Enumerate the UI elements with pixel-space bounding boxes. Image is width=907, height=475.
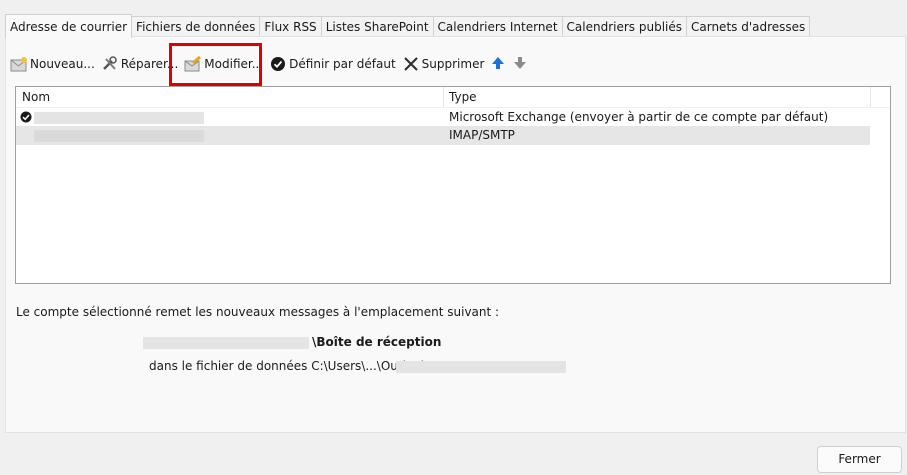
tab-bar: Adresse de courrier Fichiers de données … (5, 14, 811, 38)
new-account-label: Nouveau... (30, 57, 95, 71)
tab-data-files[interactable]: Fichiers de données (131, 16, 261, 36)
default-account-icon (20, 108, 32, 127)
highlight-box-modify (169, 43, 262, 86)
column-header-type[interactable]: Type (443, 87, 477, 107)
delivery-data-file: dans le fichier de données C:\Users\...\… (149, 359, 432, 373)
delivery-folder: \Boîte de réception (312, 335, 442, 349)
delivery-intro-text: Le compte sélectionné remet les nouveaux… (16, 305, 500, 319)
close-button[interactable]: Fermer (817, 446, 902, 473)
account-type: Microsoft Exchange (envoyer à partir de … (449, 110, 829, 124)
column-divider[interactable] (870, 87, 871, 107)
set-default-label: Définir par défaut (289, 57, 396, 71)
account-list[interactable]: Nom Type Microsoft Exchange (envoyer à p… (15, 86, 891, 284)
move-down-button[interactable] (512, 55, 528, 73)
account-list-header: Nom Type (16, 87, 890, 108)
new-account-button[interactable]: Nouveau... (10, 54, 95, 74)
tab-email[interactable]: Adresse de courrier (5, 14, 133, 38)
delete-x-icon (402, 55, 420, 73)
arrow-up-icon (491, 56, 505, 73)
checkmark-icon (269, 55, 287, 73)
redacted-mailbox-name (143, 337, 309, 349)
delete-button[interactable]: Supprimer (402, 54, 485, 74)
redacted-data-file-name (396, 361, 566, 373)
move-up-button[interactable] (490, 55, 506, 73)
arrow-down-icon (513, 56, 527, 73)
tab-rss-feeds[interactable]: Flux RSS (259, 16, 322, 36)
tab-sharepoint-lists[interactable]: Listes SharePoint (320, 16, 434, 36)
redacted-account-name (34, 130, 204, 142)
set-default-button[interactable]: Définir par défaut (269, 54, 396, 74)
delete-label: Supprimer (421, 57, 485, 71)
account-toolbar: Nouveau... Réparer... Modifier... Défini… (10, 54, 534, 74)
account-row[interactable]: Microsoft Exchange (envoyer à partir de … (16, 108, 890, 127)
new-mail-icon (10, 55, 28, 73)
tab-address-books[interactable]: Carnets d'adresses (686, 16, 811, 36)
account-type: IMAP/SMTP (449, 128, 515, 142)
account-row-selected[interactable]: IMAP/SMTP (16, 126, 870, 145)
column-header-name[interactable]: Nom (16, 87, 50, 107)
tab-published-calendars[interactable]: Calendriers publiés (561, 16, 687, 36)
repair-button[interactable]: Réparer... (101, 54, 178, 74)
redacted-account-name (34, 112, 204, 124)
tools-icon (101, 55, 119, 73)
tab-internet-calendars[interactable]: Calendriers Internet (432, 16, 563, 36)
